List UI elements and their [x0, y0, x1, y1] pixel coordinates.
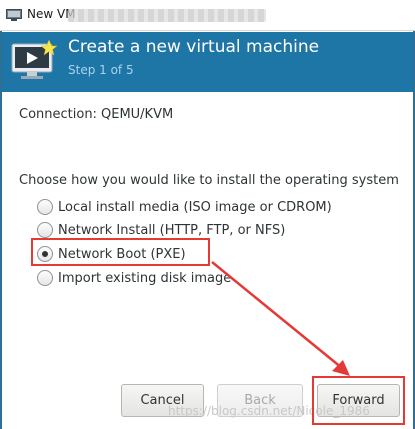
radio-button[interactable] — [37, 199, 53, 215]
radio-import-disk-image[interactable]: Import existing disk image — [37, 269, 231, 287]
radio-label: Import existing disk image — [58, 270, 232, 286]
annotation-box-pxe — [31, 238, 210, 266]
window-titlebar: New VM — [0, 0, 415, 31]
obscured-title-text — [68, 9, 266, 22]
radio-label: Network Install (HTTP, FTP, or NFS) — [58, 222, 286, 238]
vm-monitor-icon — [11, 39, 58, 86]
radio-button[interactable] — [37, 270, 53, 286]
radio-network-install[interactable]: Network Install (HTTP, FTP, or NFS) — [37, 221, 285, 239]
virt-manager-icon — [6, 9, 22, 25]
connection-label: Connection: — [19, 107, 97, 122]
radio-local-install-media[interactable]: Local install media (ISO image or CDROM) — [37, 198, 332, 216]
wizard-banner: Create a new virtual machine Step 1 of 5 — [2, 32, 413, 92]
annotation-box-forward — [312, 376, 405, 425]
banner-title: Create a new virtual machine — [68, 37, 320, 57]
radio-label: Local install media (ISO image or CDROM) — [58, 199, 332, 215]
window-frame-left — [0, 31, 2, 429]
radio-button[interactable] — [37, 222, 53, 238]
install-method-prompt: Choose how you would like to install the… — [19, 173, 399, 188]
connection-value: QEMU/KVM — [101, 107, 174, 122]
banner-step-indicator: Step 1 of 5 — [68, 63, 134, 77]
